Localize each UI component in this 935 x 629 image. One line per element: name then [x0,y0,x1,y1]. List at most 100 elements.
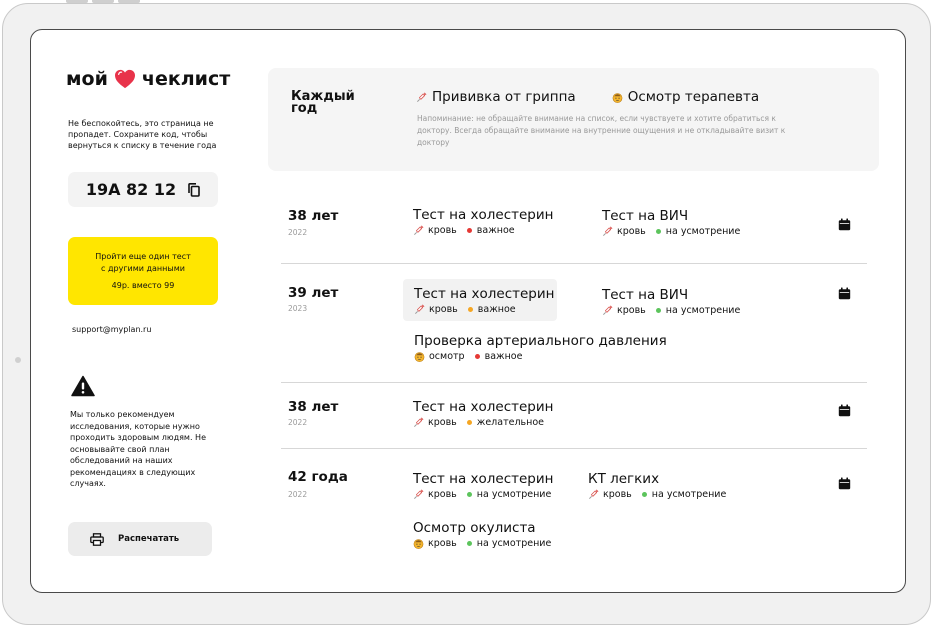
sidebar: мой чеклист Не беспокойтесь, это страниц… [31,30,246,592]
promo-line1: Пройти еще один тест [95,251,191,261]
priority-dot [466,492,472,497]
yearly-item: Прививка от гриппа [432,89,576,105]
priority-dot [655,308,661,313]
test-item[interactable]: Проверка артериального давления осмотр ва… [414,333,667,362]
yearly-item: Осмотр терапевта [627,89,760,105]
doctor-face-icon [413,538,424,549]
syringe-icon [602,305,613,316]
age-row: 39 лет 2023 Тест на холестерин кровь важн… [281,263,867,383]
disclaimer: Мы только рекомендуем исследования, кото… [70,410,206,488]
test-item-selected[interactable]: Тест на холестерин кровь важное [403,279,557,321]
test-type: кровь [428,417,457,428]
support-email-link[interactable]: support@myplan.ru [72,325,151,334]
syringe-icon [602,226,613,237]
logo[interactable]: мой чеклист [66,68,230,90]
doctor-face-icon [414,351,425,362]
access-code: 19A 82 12 [85,180,177,199]
age-label: 38 лет [288,208,339,224]
test-title: Тест на холестерин [413,207,554,223]
syringe-icon [588,489,599,500]
age-row: 38 лет 2022 Тест на холестерин кровь важн… [281,190,867,263]
test-item[interactable]: Тест на холестерин кровь на усмотрение [413,471,553,500]
calendar-icon[interactable] [838,402,851,417]
retake-test-button[interactable]: Пройти еще один тест с другими данными 4… [68,237,218,305]
priority-dot [474,354,480,359]
test-priority: важное [484,351,523,362]
test-type: кровь [617,305,646,316]
copy-icon[interactable] [188,182,200,197]
priority-dot [655,229,661,234]
test-type: кровь [428,489,457,500]
test-priority: важное [477,304,516,315]
test-title: Тест на холестерин [413,471,554,487]
test-priority: желательное [476,417,544,428]
test-title: Проверка артериального давления [414,333,667,349]
year-label: 2022 [288,228,308,237]
calendar-icon[interactable] [838,475,851,490]
test-type: кровь [603,489,632,500]
yearly-card: Каждый год Прививка от гриппа Осмотр тер… [268,68,879,171]
test-title: Тест на ВИЧ [602,208,689,224]
priority-dot [641,492,647,497]
calendar-icon[interactable] [838,285,851,300]
test-title: Осмотр окулиста [413,520,536,536]
calendar-icon[interactable] [838,216,851,231]
syringe-icon [413,489,424,500]
promo-price: 49р. вместо 99 [111,280,175,290]
age-row: 42 года 2022 Тест на холестерин кровь на … [281,448,867,589]
year-label: 2023 [288,304,308,313]
screen: мой чеклист Не беспокойтесь, это страниц… [30,29,906,593]
flu-vaccine-item[interactable]: Прививка от гриппа [416,89,576,105]
test-type: кровь [617,226,646,237]
age-label: 38 лет [288,399,339,415]
test-title: КТ легких [588,471,660,487]
test-priority: на усмотрение [665,226,741,237]
camera [15,357,21,363]
syringe-icon [414,304,425,315]
logo-text-before: мой [66,68,108,90]
age-row: 38 лет 2022 Тест на холестерин кровь жела… [281,382,867,449]
test-type: кровь [428,225,457,236]
age-label: 39 лет [288,285,339,301]
syringe-icon [416,92,427,103]
test-item[interactable]: Тест на ВИЧ кровь на усмотрение [602,208,740,237]
heart-icon [114,69,135,89]
priority-dot [467,307,473,312]
test-title: Тест на холестерин [413,399,554,415]
priority-dot [466,420,472,425]
warning-icon [71,375,95,397]
test-type: кровь [429,304,458,315]
test-priority: на усмотрение [651,489,727,500]
syringe-icon [413,417,424,428]
doctor-face-icon [612,92,623,103]
test-priority: на усмотрение [476,489,552,500]
reminder-text: Напоминание: не обращайте внимание на сп… [417,114,786,147]
test-priority: на усмотрение [476,538,552,549]
promo-line2: с другими данными [101,263,185,273]
year-label: 2022 [288,490,308,499]
age-label: 42 года [288,469,348,485]
save-note: Не беспокойтесь, это страница не пропаде… [68,119,217,150]
test-title: Тест на холестерин [414,286,555,302]
year-label: 2022 [288,418,308,427]
test-item[interactable]: Осмотр окулиста кровь на усмотрение [413,520,551,549]
test-item[interactable]: Тест на ВИЧ кровь на усмотрение [602,287,740,316]
test-type: кровь [428,538,457,549]
yearly-label: Каждый год [291,89,355,116]
test-priority: на усмотрение [665,305,741,316]
test-item[interactable]: Тест на холестерин кровь желательное [413,399,553,428]
test-title: Тест на ВИЧ [602,287,689,303]
test-item[interactable]: КТ легких кровь на усмотрение [588,471,726,500]
priority-dot [466,228,472,233]
code-box[interactable]: 19A 82 12 [68,172,218,207]
test-priority: важное [476,225,515,236]
logo-text-after: чеклист [141,68,231,90]
printer-icon [90,532,104,546]
priority-dot [466,541,472,546]
print-label: Распечатать [118,534,180,544]
print-button[interactable]: Распечатать [68,522,212,556]
test-item[interactable]: Тест на холестерин кровь важное [413,207,553,236]
test-type: осмотр [429,351,465,362]
therapist-item[interactable]: Осмотр терапевта [612,89,759,105]
syringe-icon [413,225,424,236]
